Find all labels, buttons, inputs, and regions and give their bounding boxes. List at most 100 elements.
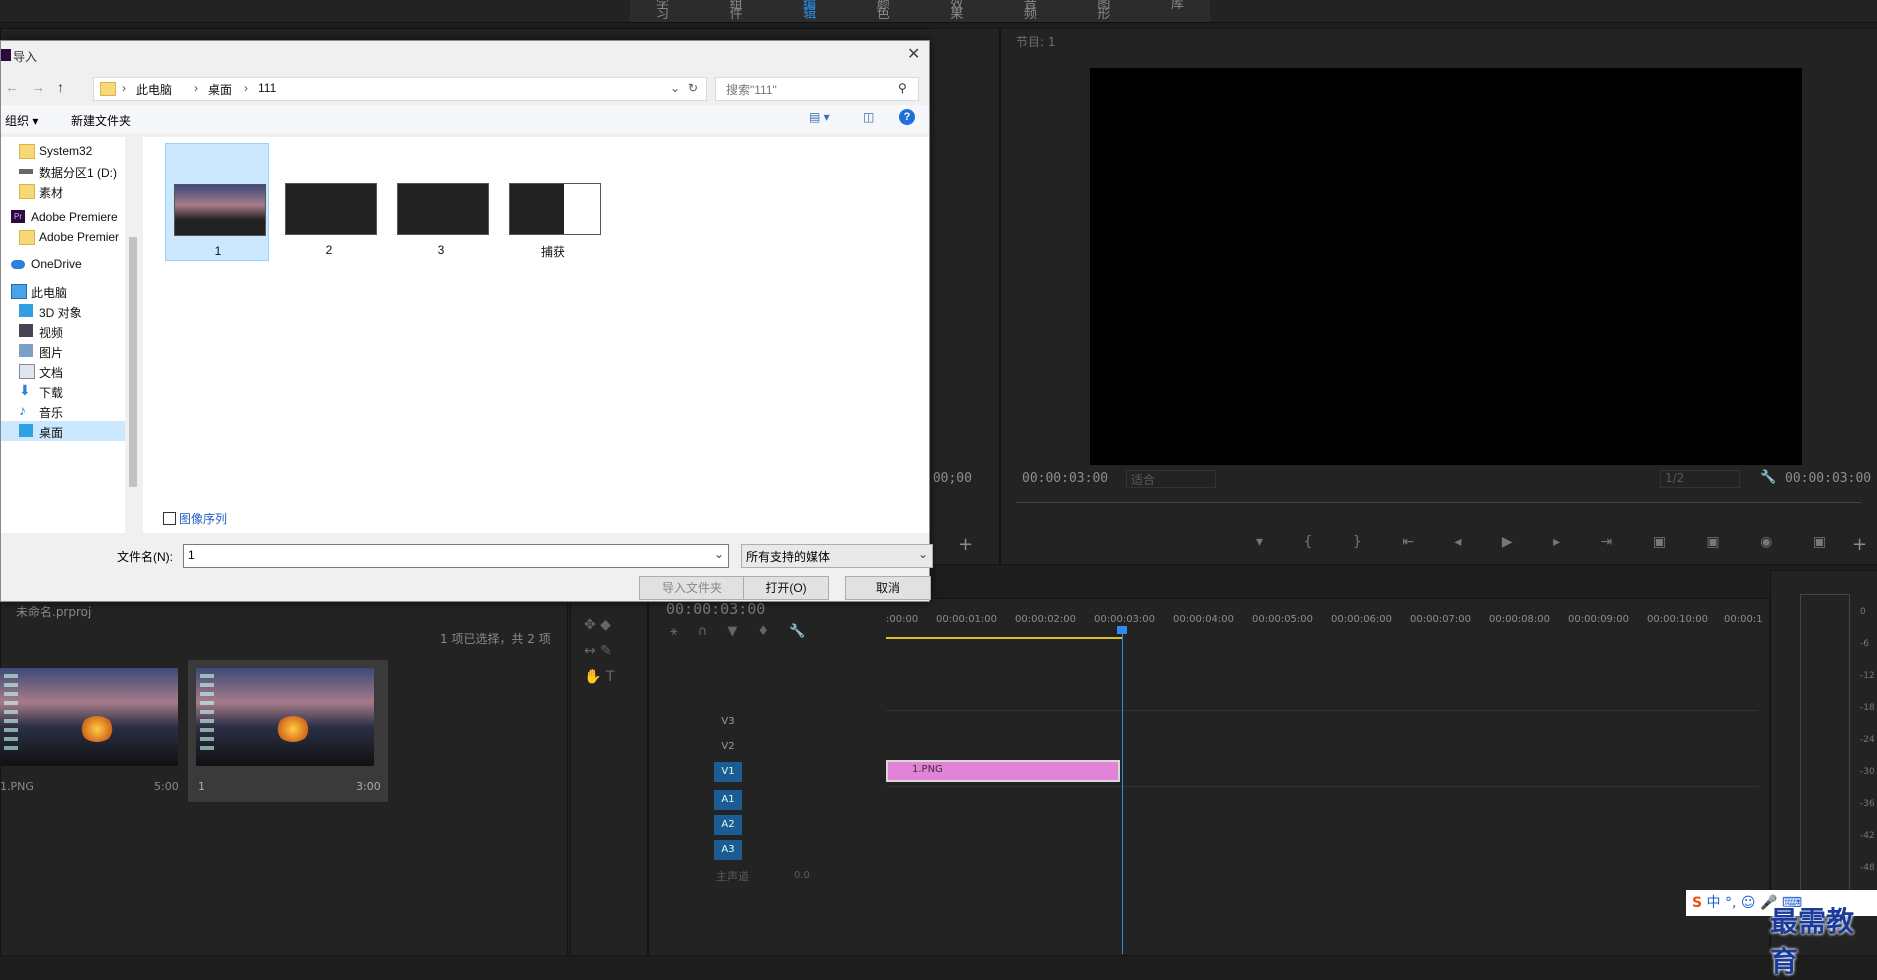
file-name: 1 [214, 244, 222, 258]
source-add-icon[interactable]: + [958, 534, 973, 555]
chevron-down-icon[interactable]: ⌄ [714, 547, 724, 561]
track-a2[interactable]: A2 [714, 815, 742, 835]
navigation-pane: System32 数据分区1 (D:) 素材 Pr Adobe Premiere … [1, 137, 125, 533]
timeline-clip[interactable]: 1.PNG [886, 760, 1120, 782]
nav-item-drive-d[interactable]: 数据分区1 (D:) [1, 161, 125, 181]
nav-item-pictures[interactable]: 图片 [1, 341, 125, 361]
program-scrubber[interactable] [1016, 502, 1861, 503]
forward-icon[interactable]: → [31, 79, 57, 95]
chevron-down-icon[interactable]: ⌄ [670, 81, 680, 95]
file-name: 3 [437, 243, 445, 257]
image-sequence-checkbox[interactable] [163, 512, 176, 525]
desktop-icon [19, 424, 33, 437]
timeline-timecode[interactable]: 00:00:03:00 [666, 600, 765, 618]
sogou-icon: S [1692, 895, 1703, 911]
nav-item-adobe-premier-folder[interactable]: Adobe Premier [1, 227, 125, 247]
scrollbar-thumb[interactable] [129, 237, 137, 487]
nav-item-documents[interactable]: 文档 [1, 361, 125, 381]
ruler-label: 00:00:10:00 [1647, 614, 1709, 625]
file-item-capture[interactable]: 捕获 [501, 143, 605, 261]
tab-audio[interactable]: 音频 [998, 0, 1072, 22]
preview-pane-icon[interactable]: ◫ [863, 110, 874, 124]
nav-item-adobe-premiere[interactable]: Pr Adobe Premiere [1, 207, 125, 227]
back-icon[interactable]: ← [5, 79, 31, 95]
track-a3[interactable]: A3 [714, 840, 742, 860]
nav-item-onedrive[interactable]: OneDrive [1, 254, 125, 274]
tab-assembly[interactable]: 组件 [704, 0, 778, 22]
tab-libraries[interactable]: 库 [1145, 0, 1210, 22]
view-options-icon[interactable]: ▤ ▾ [809, 110, 830, 124]
tab-editing[interactable]: 编辑 [777, 0, 851, 22]
chevron-right-icon: › [194, 81, 198, 95]
program-add-icon[interactable]: + [1852, 534, 1867, 555]
ruler-label: 00:00:07:00 [1410, 614, 1472, 625]
command-bar: 组织 ▾ 新建文件夹 ▤ ▾ ◫ ? [1, 105, 929, 133]
open-button[interactable]: 打开(O) [743, 576, 829, 600]
image-sequence-label[interactable]: 图像序列 [179, 510, 227, 527]
nav-scrollbar[interactable] [125, 137, 142, 533]
new-folder-button[interactable]: 新建文件夹 [71, 112, 131, 129]
breadcrumb-item[interactable]: 111 [258, 81, 276, 95]
nav-item-this-pc[interactable]: 此电脑 [1, 281, 125, 301]
folder-icon [19, 184, 35, 199]
tab-effects[interactable]: 效果 [924, 0, 998, 22]
breadcrumb-item[interactable]: 此电脑 [136, 81, 172, 98]
up-icon[interactable]: ↑ [57, 79, 76, 95]
wrench-icon[interactable]: 🔧 [1760, 470, 1776, 485]
nav-item-desktop[interactable]: 桌面 [1, 421, 125, 441]
program-timecode-right: 00:00:03:00 [1785, 471, 1872, 486]
nav-item-3d-objects[interactable]: 3D 对象 [1, 301, 125, 321]
folder-icon [19, 144, 35, 159]
file-item-3[interactable]: 3 [389, 143, 493, 261]
file-thumbnail [174, 184, 266, 236]
file-name: 2 [325, 243, 333, 257]
track-a1[interactable]: A1 [714, 790, 742, 810]
filename-input[interactable]: 1 ⌄ [183, 544, 729, 568]
nav-item-system32[interactable]: System32 [1, 141, 125, 161]
cancel-button[interactable]: 取消 [845, 576, 931, 600]
track-v3[interactable]: V3 [714, 712, 742, 732]
item-name: 1.PNG [0, 780, 34, 793]
tab-color[interactable]: 颜色 [851, 0, 925, 22]
nav-item-downloads[interactable]: ⬇ 下载 [1, 381, 125, 401]
project-name: 未命名.prproj [16, 605, 92, 619]
organize-button[interactable]: 组织 ▾ [5, 112, 38, 129]
nav-item-sucai[interactable]: 素材 [1, 181, 125, 201]
tab-graphics[interactable]: 图形 [1071, 0, 1145, 22]
document-icon [19, 364, 35, 379]
premiere-icon: Pr [11, 210, 25, 223]
quality-dropdown[interactable]: 1/2 [1660, 470, 1740, 488]
project-item-1png[interactable] [0, 668, 178, 766]
track-v2[interactable]: V2 [714, 737, 742, 757]
file-item-1[interactable]: 1 [165, 143, 269, 261]
import-dialog: 导入 ✕ ←→↑ › 此电脑 › 桌面 › 111 ⌄ ↻ 搜索"111" ⚲ … [0, 40, 933, 602]
track-v1[interactable]: V1 [714, 762, 742, 782]
chevron-down-icon[interactable]: ⌄ [918, 547, 928, 561]
program-monitor-title: 节目: 1 [1016, 35, 1056, 49]
nav-item-music[interactable]: ♪ 音乐 [1, 401, 125, 421]
program-monitor-screen [1090, 68, 1802, 465]
ruler-label: 00:00:02:00 [1015, 614, 1077, 625]
import-folder-button[interactable]: 导入文件夹 [639, 576, 745, 600]
master-value: 0.0 [794, 870, 810, 881]
video-icon [19, 324, 33, 337]
address-bar[interactable]: › 此电脑 › 桌面 › 111 ⌄ ↻ [93, 77, 707, 101]
folder-icon [100, 82, 116, 96]
tab-learn[interactable]: 学习 [630, 0, 704, 22]
tool-icons[interactable]: ✥ ◆ ↔ ✎ ✋ T [584, 612, 634, 690]
filetype-select[interactable]: 所有支持的媒体 ⌄ [741, 544, 933, 568]
close-icon[interactable]: ✕ [907, 44, 920, 64]
ruler-label: 00:00:04:00 [1173, 614, 1235, 625]
ruler-label: 00:00:06:00 [1331, 614, 1393, 625]
program-timecode-left: 00:00:03:00 [1022, 471, 1109, 486]
track-divider [886, 710, 1758, 711]
file-thumbnail [397, 183, 489, 235]
fit-dropdown[interactable]: 适合 [1126, 470, 1216, 488]
nav-item-videos[interactable]: 视频 [1, 321, 125, 341]
help-icon[interactable]: ? [899, 109, 915, 125]
search-box[interactable]: 搜索"111" ⚲ [715, 77, 919, 101]
file-item-2[interactable]: 2 [277, 143, 381, 261]
breadcrumb-item[interactable]: 桌面 [208, 81, 232, 98]
work-area-bar[interactable] [886, 637, 1122, 639]
refresh-icon[interactable]: ↻ [688, 81, 698, 95]
